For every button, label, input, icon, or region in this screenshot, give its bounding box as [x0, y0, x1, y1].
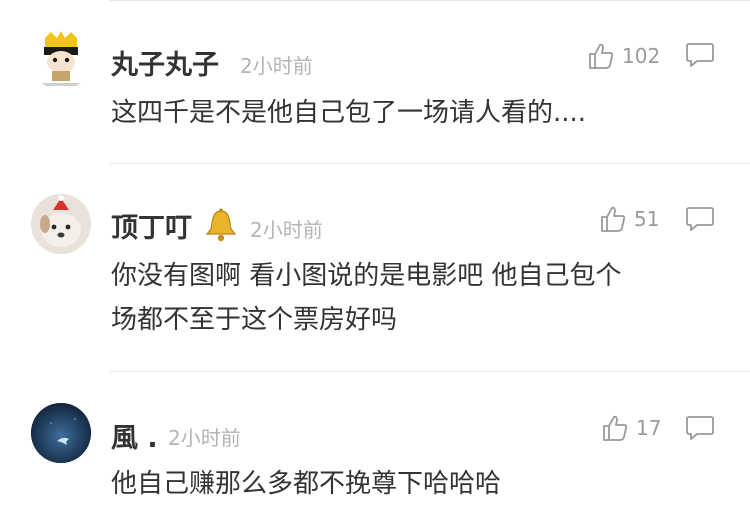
comment-line: 这四千是不是他自己包了一场请人看的....	[111, 98, 587, 128]
comment-bubble-icon	[685, 207, 715, 236]
divider	[110, 163, 750, 164]
avatar[interactable]	[31, 403, 91, 463]
comment-text: 这四千是不是他自己包了一场请人看的....	[111, 91, 721, 135]
timestamp: 2小时前	[240, 54, 313, 78]
divider	[110, 371, 750, 372]
bell-icon	[203, 207, 239, 250]
timestamp: 2小时前	[168, 426, 241, 450]
thumbs-up-icon	[600, 205, 626, 233]
comment-bubble-icon	[685, 416, 715, 445]
comment-text: 他自己赚那么多都不挽尊下哈哈哈	[111, 462, 721, 506]
like-count: 51	[634, 207, 660, 231]
comment-text: 你没有图啊 看小图说的是电影吧 他自己包个 场都不至于这个票房好吗	[111, 254, 721, 342]
comment-bubble-icon	[685, 43, 715, 72]
reply-button[interactable]	[685, 415, 715, 441]
username[interactable]: 風 .	[111, 416, 158, 455]
username[interactable]: 顶丁叮	[111, 206, 239, 250]
thumbs-up-icon	[588, 42, 614, 70]
avatar[interactable]	[31, 30, 91, 90]
username-text: 顶丁叮	[111, 213, 192, 244]
timestamp: 2小时前	[250, 218, 323, 242]
like-button[interactable]: 17	[602, 410, 661, 446]
comment-line: 他自己赚那么多都不挽尊下哈哈哈	[111, 469, 502, 499]
thumbs-up-icon	[602, 414, 628, 442]
like-count: 102	[622, 44, 661, 68]
comment-line: 你没有图啊 看小图说的是电影吧 他自己包个	[111, 261, 622, 291]
avatar[interactable]	[31, 194, 91, 254]
username[interactable]: 丸子丸子	[111, 43, 219, 82]
like-button[interactable]: 102	[588, 38, 660, 74]
like-button[interactable]: 51	[600, 201, 659, 237]
top-divider	[110, 0, 750, 1]
like-count: 17	[636, 416, 662, 440]
comment-line: 场都不至于这个票房好吗	[111, 305, 398, 335]
reply-button[interactable]	[685, 42, 715, 68]
reply-button[interactable]	[685, 206, 715, 232]
